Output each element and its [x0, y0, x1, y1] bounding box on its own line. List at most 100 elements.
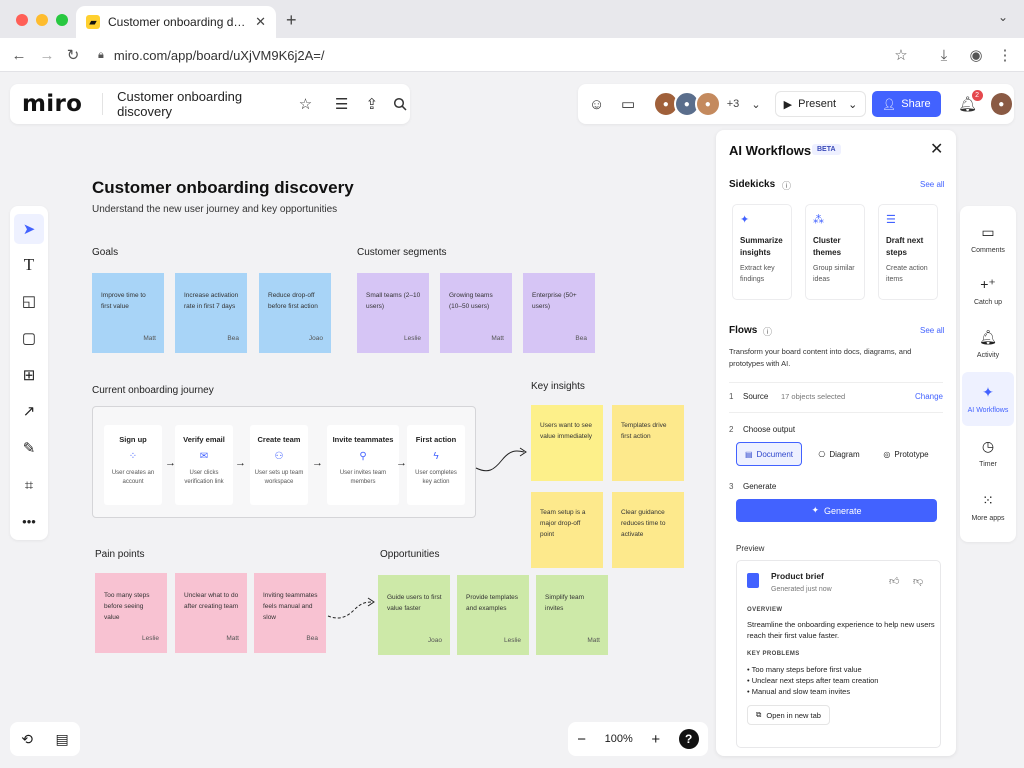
sticky-note[interactable]: Inviting teammates feels manual and slow…	[254, 573, 326, 653]
sidekick-card[interactable]: ⁂ Cluster themes Group similar ideas	[805, 204, 865, 300]
minimize-window-dot[interactable]	[36, 14, 48, 26]
miro-logo[interactable]: miro	[22, 91, 82, 117]
rail-timer[interactable]: ◷ Timer	[962, 428, 1014, 478]
chat-icon[interactable]: ▭	[617, 93, 638, 115]
open-in-new-tab-button[interactable]: ⧉ Open in new tab	[747, 705, 830, 725]
sticky-note[interactable]: Growing teams (10–50 users) Matt	[440, 273, 512, 353]
sticky-note-tool-icon[interactable]: ◱	[14, 286, 44, 316]
change-source-link[interactable]: Change	[915, 392, 943, 401]
reload-icon[interactable]: ↻	[62, 44, 84, 66]
text-tool-icon[interactable]: T	[14, 250, 44, 280]
output-diagram-button[interactable]: ⎔ Diagram	[807, 442, 871, 466]
comment-tool-icon[interactable]: ▢	[14, 323, 44, 353]
sticky-note[interactable]: Clear guidance reduces time to activate	[612, 492, 684, 568]
present-button[interactable]: ▶ Present ⌄	[774, 91, 867, 117]
help-icon[interactable]: ?	[678, 729, 699, 749]
arrow-tool-icon[interactable]: ↗	[14, 396, 44, 426]
journey-label[interactable]: Current onboarding journey	[92, 385, 214, 396]
rail-comments[interactable]: ▭ Comments	[962, 214, 1014, 264]
board-title[interactable]: Customer onboarding discovery	[117, 89, 285, 119]
collaborator-avatars[interactable]: ● ● ●	[652, 91, 721, 117]
sticky-note[interactable]: Templates drive first action	[612, 405, 684, 481]
canvas-subtitle[interactable]: Understand the new user journey and key …	[92, 204, 337, 215]
board-panel-icon[interactable]: ▤	[56, 731, 69, 748]
sticky-note[interactable]: Unclear what to do after creating team M…	[175, 573, 247, 653]
sticky-note[interactable]: Enterprise (50+ users) Bea	[523, 273, 595, 353]
dashed-connector[interactable]	[326, 590, 378, 624]
sticky-note[interactable]: Small teams (2–10 users) Leslie	[357, 273, 429, 353]
sidekicks-see-all-link[interactable]: See all	[920, 180, 944, 189]
select-tool-icon[interactable]: ➤	[14, 214, 44, 244]
sticky-note[interactable]: Reduce drop-off before first action Joao	[259, 273, 331, 353]
rail-activity[interactable]: 🔔︎ Activity	[962, 319, 1014, 369]
bookmark-star-icon[interactable]: ☆	[890, 44, 912, 66]
sticky-note[interactable]: Provide templates and examples Leslie	[457, 575, 529, 655]
journey-step[interactable]: Verify email ✉ User clicks verification …	[175, 425, 233, 505]
close-icon[interactable]: ✕	[930, 139, 943, 159]
info-icon[interactable]: ⓘ	[763, 325, 772, 338]
more-tools-icon[interactable]: •••	[14, 506, 44, 536]
output-document-button[interactable]: ▤ Document	[736, 442, 802, 466]
canvas-title[interactable]: Customer onboarding discovery	[92, 178, 354, 198]
journey-step[interactable]: Sign up ⁘ User creates an account	[104, 425, 162, 505]
address-bar[interactable]: 🔒︎ miro.com/app/board/uXjVM9K6j2A=/	[98, 43, 918, 67]
close-window-dot[interactable]	[16, 14, 28, 26]
journey-step[interactable]: Invite teammates ⚲ User invites team mem…	[327, 425, 399, 505]
sidekick-card[interactable]: ☰ Draft next steps Create action items	[878, 204, 938, 300]
star-icon[interactable]: ☆	[295, 93, 315, 115]
share-button[interactable]: 👤︎ Share	[872, 91, 941, 117]
sticky-note[interactable]: Too many steps before seeing value Lesli…	[95, 573, 167, 653]
rail-catch-up[interactable]: +⁺ Catch up	[962, 266, 1014, 316]
sticky-note[interactable]: Users want to see value immediately	[531, 405, 603, 481]
menu-icon[interactable]: ☰	[332, 93, 352, 115]
sticky-note[interactable]: Improve time to first value Matt	[92, 273, 164, 353]
undo-redo-icon[interactable]: ⟲	[21, 731, 33, 748]
browser-tab[interactable]: ▰ Customer onboarding discovery ✕	[76, 6, 276, 38]
frame-tool-icon[interactable]: ⌗	[14, 470, 44, 500]
journey-step[interactable]: First action ϟ User completes key action	[407, 425, 465, 505]
search-icon[interactable]	[390, 93, 410, 115]
reactions-icon[interactable]: ☺	[586, 93, 607, 115]
user-avatar[interactable]: ●	[988, 91, 1014, 117]
sticky-note[interactable]: Increase activation rate in first 7 days…	[175, 273, 247, 353]
new-tab-icon[interactable]: +	[286, 10, 297, 31]
curved-connector[interactable]	[474, 440, 530, 476]
insights-label[interactable]: Key insights	[531, 381, 585, 392]
maximize-window-dot[interactable]	[56, 14, 68, 26]
zoom-out-button[interactable]: −	[577, 731, 586, 748]
segments-label[interactable]: Customer segments	[357, 247, 446, 258]
zoom-in-button[interactable]: +	[651, 731, 660, 748]
flows-see-all-link[interactable]: See all	[920, 326, 944, 335]
pen-tool-icon[interactable]: ✎	[14, 433, 44, 463]
rail-ai-workflows[interactable]: ✦ AI Workflows	[962, 372, 1014, 426]
journey-step[interactable]: Create team ⚇ User sets up team workspac…	[250, 425, 308, 505]
thumbs-up-icon[interactable]: 👍︎	[889, 575, 899, 587]
notifications[interactable]: 🔔︎ 2	[957, 90, 983, 115]
pain-points-label[interactable]: Pain points	[95, 549, 144, 560]
sidekick-card[interactable]: ✦ Summarize insights Extract key finding…	[732, 204, 792, 300]
rail-more-apps[interactable]: ⁙ More apps	[962, 482, 1014, 532]
info-icon[interactable]: ⓘ	[782, 179, 791, 192]
thumbs-down-icon[interactable]: 👎︎	[913, 575, 923, 587]
close-tab-icon[interactable]: ✕	[255, 14, 266, 30]
sticky-note[interactable]: Simplify team invites Matt	[536, 575, 608, 655]
forward-icon[interactable]: →	[36, 44, 58, 66]
sticky-note[interactable]: Team setup is a major drop-off point	[531, 492, 603, 568]
sticky-note[interactable]: Guide users to first value faster Joao	[378, 575, 450, 655]
tab-list-chevron-icon[interactable]: ⌄	[998, 10, 1008, 24]
output-prototype-button[interactable]: ◎ Prototype	[874, 442, 938, 466]
profile-icon[interactable]: ◉	[965, 44, 987, 66]
zoom-level[interactable]: 100%	[605, 733, 633, 745]
browser-menu-icon[interactable]: ⋮	[994, 44, 1016, 66]
journey-frame[interactable]: Sign up ⁘ User creates an account → Veri…	[92, 406, 476, 518]
generate-button[interactable]: ✦ Generate	[736, 499, 937, 522]
shapes-tool-icon[interactable]: ⊞	[14, 360, 44, 390]
extra-collaborators-count[interactable]: +3	[727, 98, 740, 110]
chevron-down-icon[interactable]: ⌄	[745, 93, 766, 115]
avatar[interactable]: ●	[694, 91, 721, 117]
goals-label[interactable]: Goals	[92, 247, 118, 258]
back-icon[interactable]: ←	[8, 44, 30, 66]
export-icon[interactable]: ⇪	[362, 93, 382, 115]
opportunities-label[interactable]: Opportunities	[380, 549, 439, 560]
download-icon[interactable]: ⤓	[933, 44, 955, 66]
